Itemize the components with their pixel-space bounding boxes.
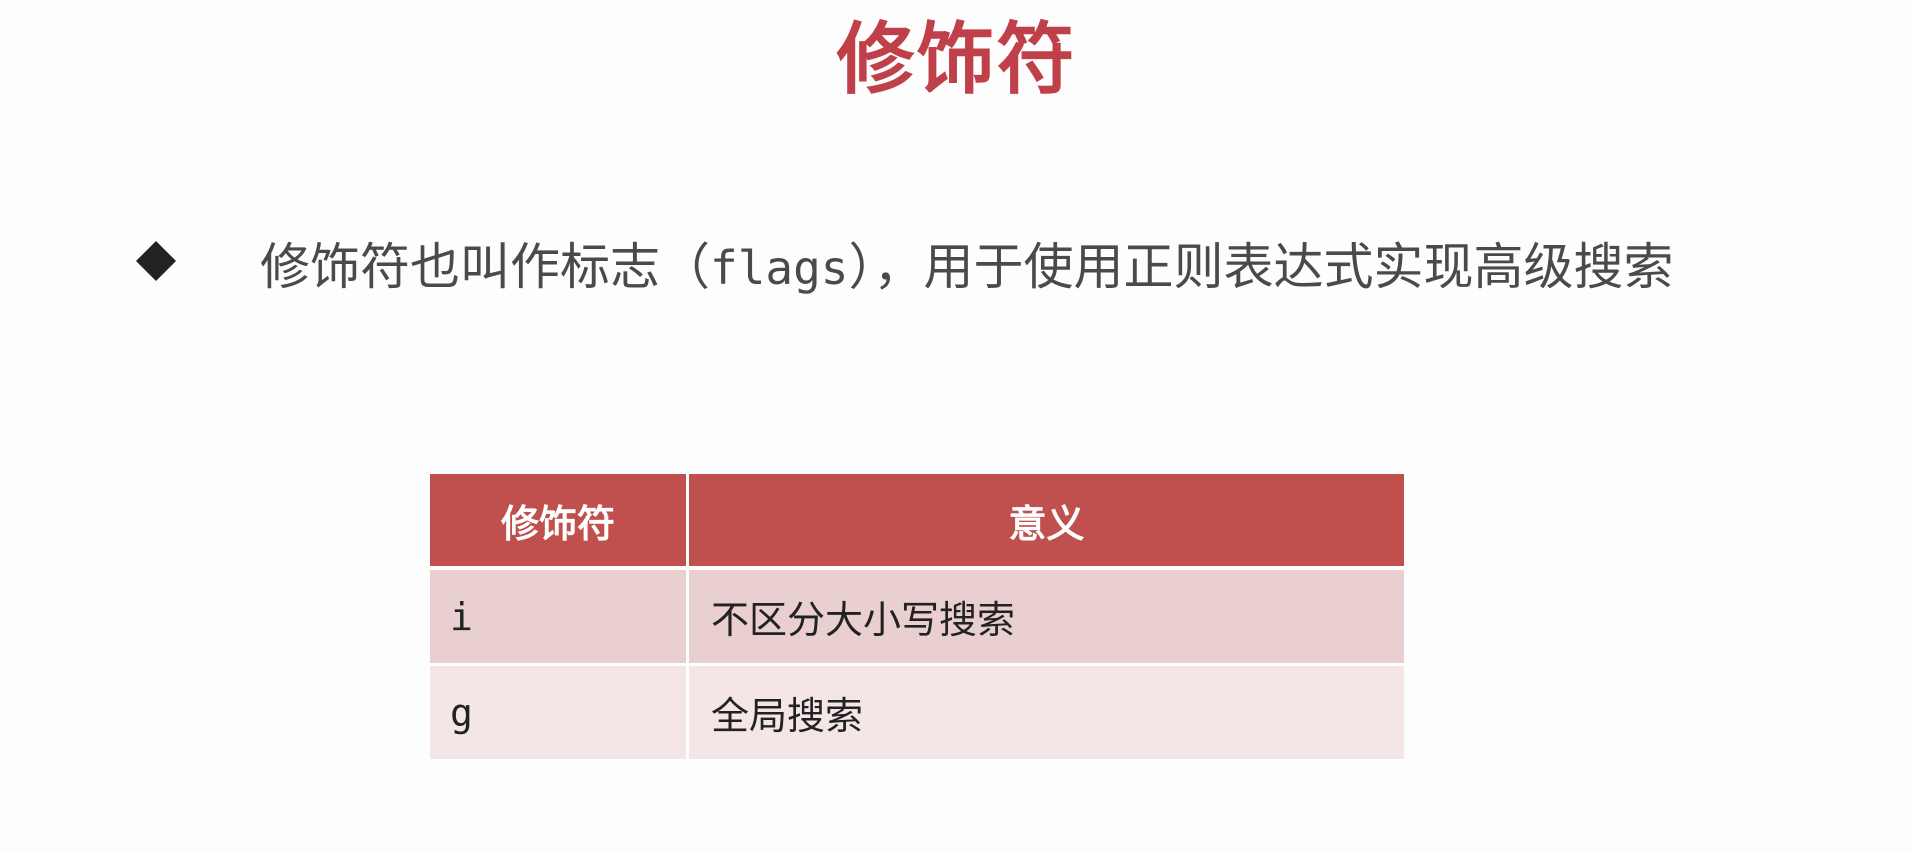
table-row: g 全局搜索 bbox=[430, 664, 1404, 762]
diamond-bullet-icon bbox=[136, 241, 176, 281]
slide-title: 修饰符 bbox=[836, 15, 1077, 105]
bullet-text-before: 修饰符也叫作标志（ bbox=[260, 238, 710, 296]
meaning-cell: 不区分大小写搜索 bbox=[687, 568, 1404, 666]
table-row: i 不区分大小写搜索 bbox=[430, 568, 1404, 666]
bullet-code: flags bbox=[710, 241, 849, 295]
bullet-text-after: ），用于使用正则表达式实现高级搜索 bbox=[848, 238, 1674, 296]
flags-table: 修饰符 意义 i 不区分大小写搜索 g 全局搜索 bbox=[430, 474, 1404, 762]
header-flag: 修饰符 bbox=[430, 474, 689, 570]
slide: 修饰符 修饰符也叫作标志（flags），用于使用正则表达式实现高级搜索 修饰符 … bbox=[0, 0, 1913, 852]
bullet-item: 修饰符也叫作标志（flags），用于使用正则表达式实现高级搜索 bbox=[132, 225, 1692, 310]
meaning-cell: 全局搜索 bbox=[687, 664, 1404, 762]
flag-cell: i bbox=[430, 568, 689, 666]
header-meaning: 意义 bbox=[687, 474, 1404, 570]
bullet-text: 修饰符也叫作标志（flags），用于使用正则表达式实现高级搜索 bbox=[260, 225, 1692, 310]
flag-cell: g bbox=[430, 664, 689, 762]
table-header-row: 修饰符 意义 bbox=[430, 474, 1404, 570]
